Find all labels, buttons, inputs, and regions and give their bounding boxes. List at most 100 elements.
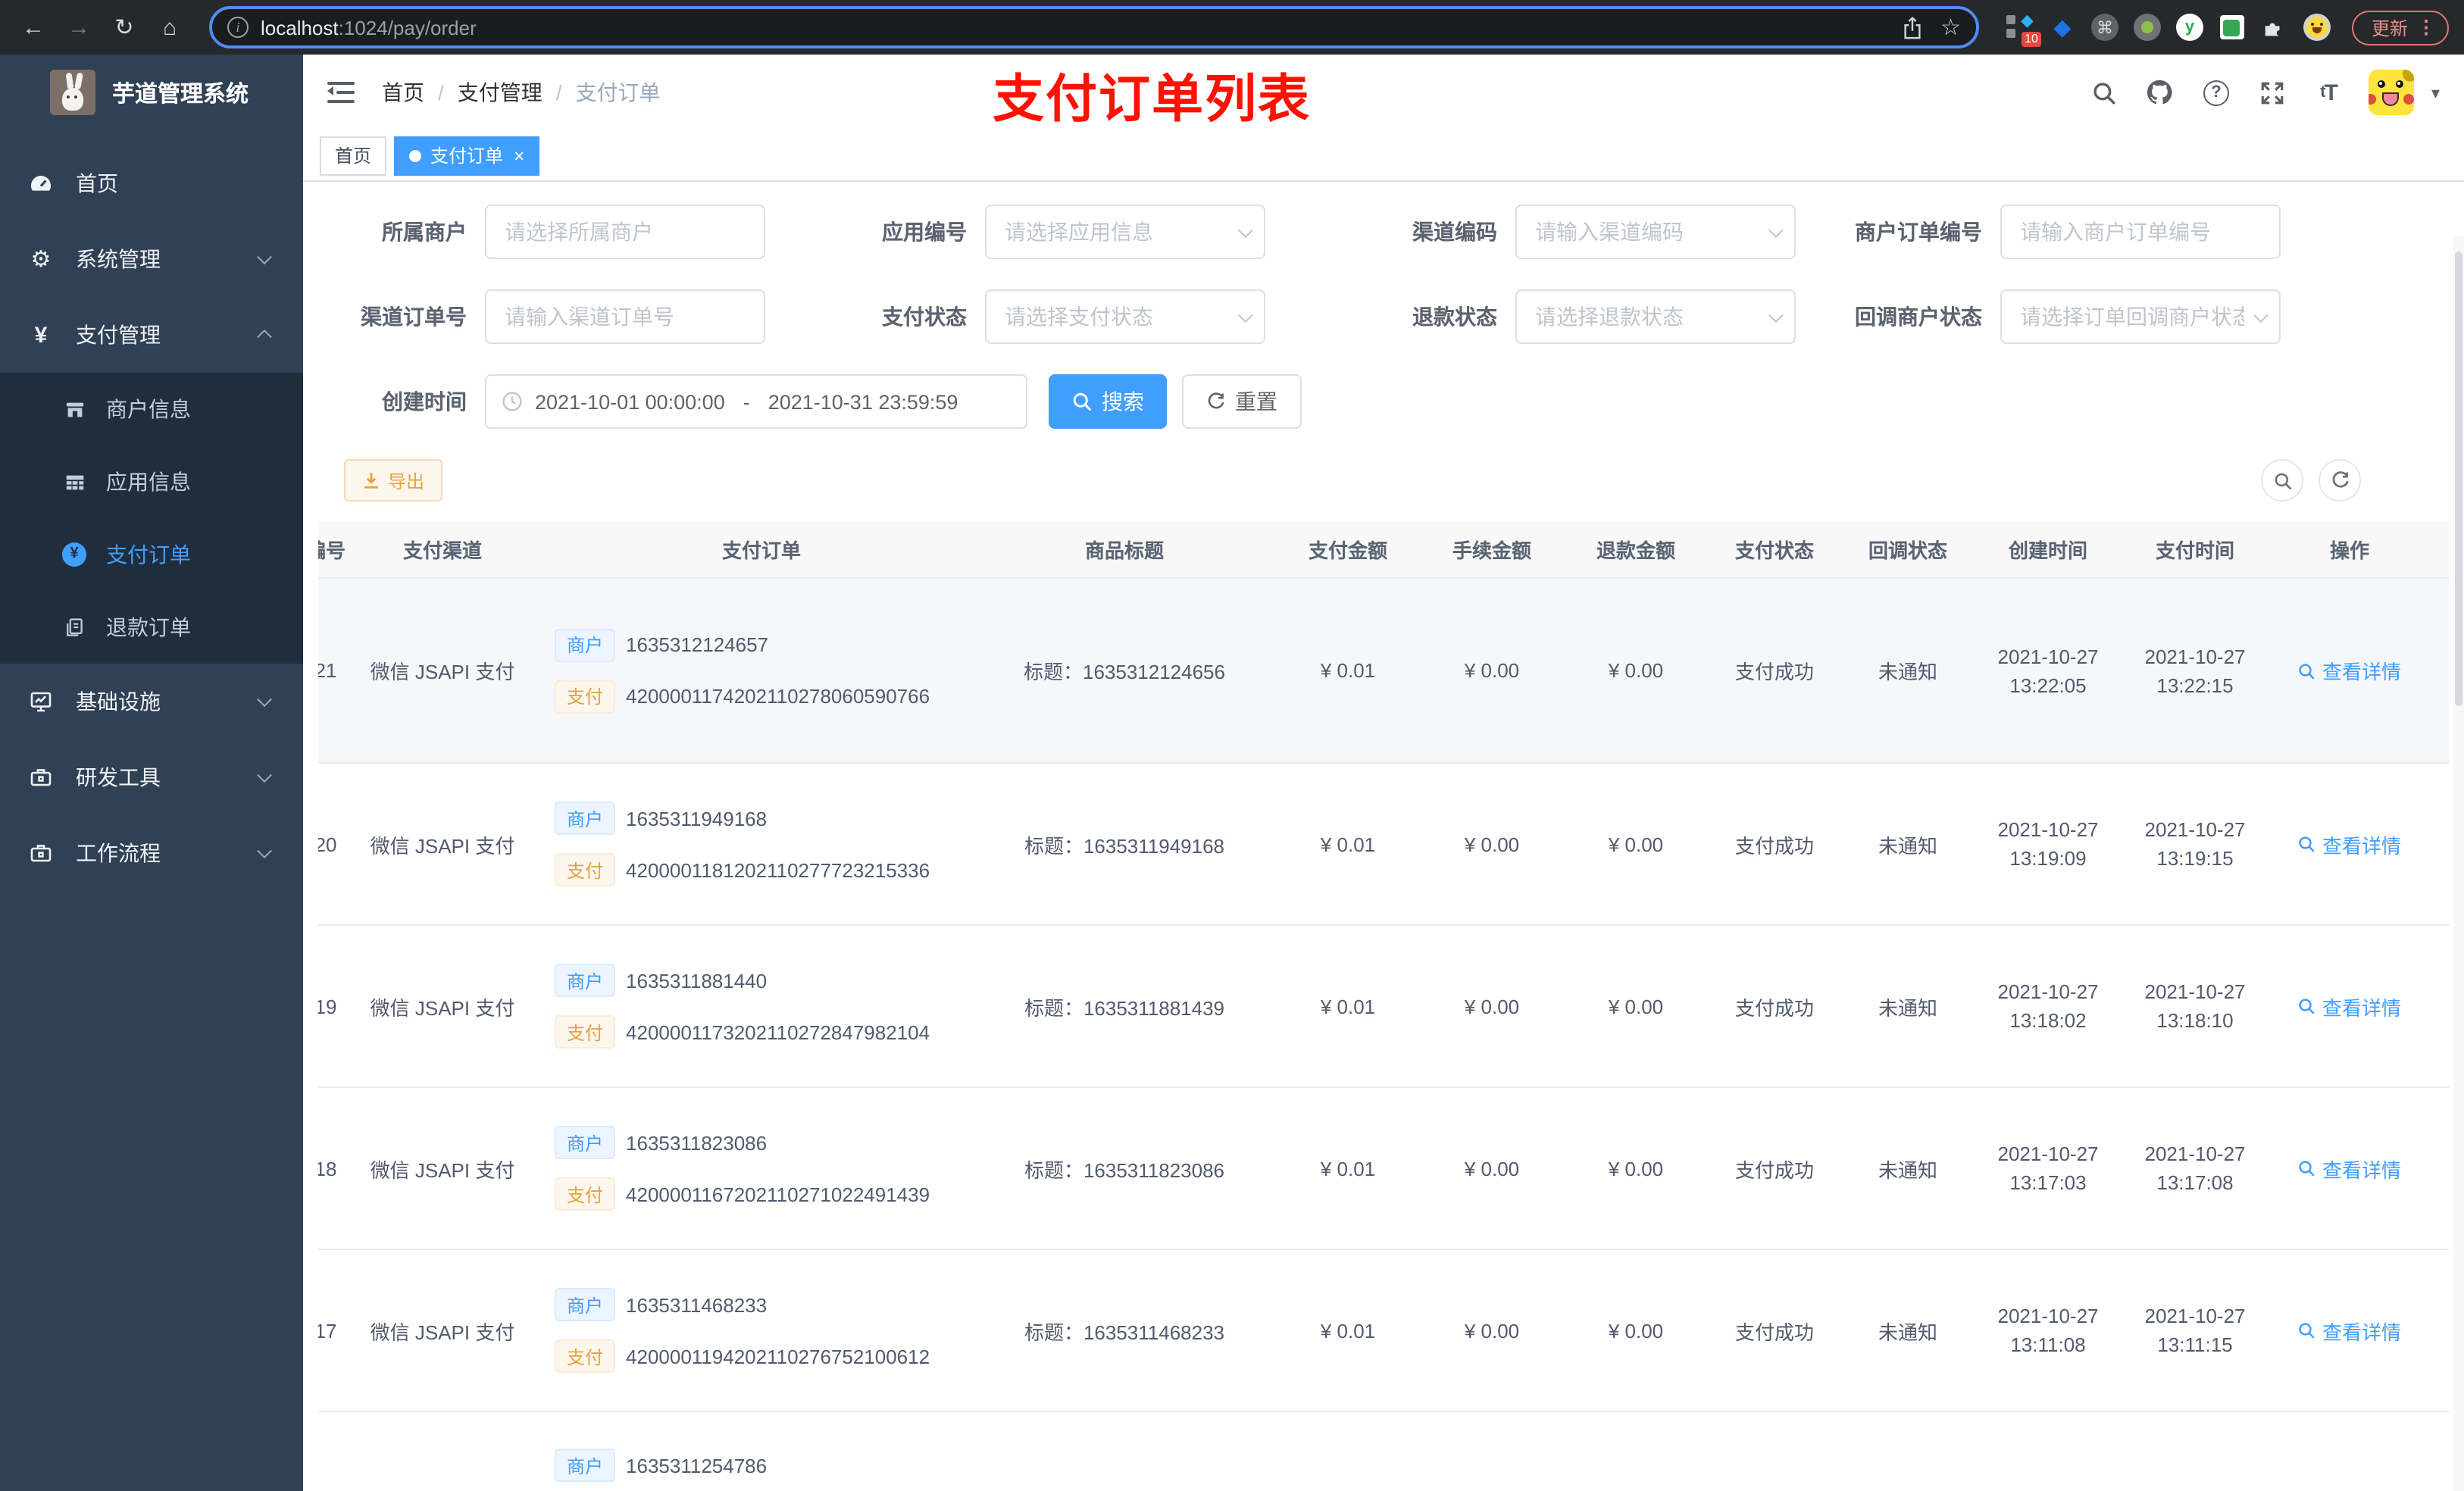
site-info-icon[interactable]: i: [227, 17, 249, 38]
sidebar-collapse-icon[interactable]: [327, 82, 355, 103]
address-bar[interactable]: i localhost:1024/pay/order ☆: [209, 6, 1979, 48]
merchant-tag: 商户: [555, 802, 616, 835]
extension-icon-4[interactable]: [2133, 14, 2161, 41]
view-detail-link[interactable]: 查看详情: [2298, 656, 2401, 685]
tab-pay-order[interactable]: 支付订单 ×: [394, 136, 540, 175]
breadcrumb-current: 支付订单: [575, 80, 661, 105]
sidebar-item-dev-tools[interactable]: 研发工具: [0, 739, 303, 815]
view-detail-link[interactable]: 查看详情: [2298, 830, 2401, 858]
red-annotation-text: 支付订单列表: [993, 71, 1311, 129]
extension-icon-1[interactable]: ◆ 10: [2006, 13, 2041, 47]
channel-order-no-input[interactable]: [485, 289, 765, 344]
channel-code-select[interactable]: [1515, 205, 1796, 259]
browser-back-button[interactable]: ←: [15, 9, 52, 45]
pay-order-no: 4200001194202110276752100612: [626, 1345, 930, 1368]
browser-forward-button[interactable]: →: [61, 9, 97, 45]
sidebar-item-home[interactable]: 首页: [0, 145, 303, 221]
toolbar-search-toggle-button[interactable]: [2261, 459, 2303, 502]
pay-order-no: 4200001173202110272847982104: [626, 1021, 930, 1043]
document-copy-icon: [61, 617, 88, 638]
sidebar-item-pay-order[interactable]: ¥ 支付订单: [0, 518, 303, 591]
chevron-down-icon: [257, 767, 272, 783]
monitor-chart-icon: [27, 689, 55, 714]
page-scrollbar[interactable]: [2453, 236, 2464, 1491]
merchant-tag: 商户: [555, 964, 616, 997]
sidebar-item-merchant-info[interactable]: 商户信息: [0, 373, 303, 445]
avatar-caret-icon[interactable]: ▾: [2431, 83, 2440, 102]
merchant-order-no: 1635312124657: [626, 633, 769, 656]
breadcrumb-payment[interactable]: 支付管理: [458, 77, 543, 108]
close-icon[interactable]: ×: [514, 146, 524, 164]
table-row[interactable]: 17 微信 JSAPI 支付 商户 1635311468233 支付 42000…: [318, 1250, 2449, 1412]
table-row-partial[interactable]: 商户 1635311254786: [318, 1412, 2449, 1491]
app-select[interactable]: [985, 205, 1265, 259]
navbar-actions: ? tT ▾: [2089, 70, 2440, 115]
chevron-down-icon: [1768, 222, 1784, 238]
chevron-up-icon: [257, 329, 272, 345]
merchant-input[interactable]: [485, 205, 765, 259]
extension-icon-2[interactable]: ◆: [2049, 14, 2076, 41]
table-row[interactable]: 18 微信 JSAPI 支付 商户 1635311823086 支付 42000…: [318, 1088, 2449, 1250]
user-avatar[interactable]: [2369, 70, 2415, 115]
extension-badge: 10: [2022, 32, 2041, 47]
notify-status-select[interactable]: [2000, 289, 2281, 344]
payment-submenu: 商户信息 应用信息 ¥ 支付订单 退款订单: [0, 373, 303, 664]
extension-icon-5[interactable]: y: [2175, 14, 2203, 41]
view-detail-link[interactable]: 查看详情: [2298, 1154, 2401, 1183]
breadcrumb-home[interactable]: 首页: [382, 77, 424, 108]
clock-icon: [502, 391, 523, 412]
chevron-down-icon: [257, 692, 272, 708]
sidebar-item-app-info[interactable]: 应用信息: [0, 445, 303, 518]
browser-menu-icon[interactable]: ⋮: [2417, 17, 2435, 38]
sidebar-item-payment[interactable]: ¥ 支付管理: [0, 297, 303, 373]
dashboard-icon: [27, 171, 55, 195]
view-detail-link[interactable]: 查看详情: [2298, 992, 2401, 1021]
merchant-order-no: 1635311881440: [626, 969, 768, 992]
reset-button[interactable]: 重置: [1182, 374, 1302, 429]
extension-icon-6[interactable]: [2219, 14, 2246, 41]
view-detail-link[interactable]: 查看详情: [2298, 1316, 2401, 1345]
table-row[interactable]: 19 微信 JSAPI 支付 商户 1635311881440 支付 42000…: [318, 926, 2449, 1088]
chevron-down-icon: [1237, 222, 1253, 238]
share-icon[interactable]: [1901, 16, 1922, 39]
chevron-down-icon: [1768, 307, 1784, 323]
extension-icon-7[interactable]: [2303, 14, 2331, 41]
search-button[interactable]: 搜索: [1049, 374, 1167, 429]
merchant-order-no: 1635311949168: [626, 807, 768, 830]
pay-status-select[interactable]: [985, 289, 1265, 344]
search-icon[interactable]: [2089, 77, 2119, 108]
table-row[interactable]: 21 微信 JSAPI 支付 商户 1635312124657 支付 42000…: [318, 579, 2449, 764]
github-icon[interactable]: [2145, 77, 2175, 108]
toolbar-refresh-button[interactable]: [2319, 459, 2361, 502]
sidebar-item-system[interactable]: ⚙ 系统管理: [0, 221, 303, 297]
browser-reload-button[interactable]: ↻: [106, 9, 142, 45]
browser-update-button[interactable]: 更新 ⋮: [2351, 10, 2449, 45]
export-button[interactable]: 导出: [344, 459, 443, 502]
top-navbar: 首页 / 支付管理 / 支付订单 支付订单列表 ? t T ▾: [303, 55, 2464, 130]
sidebar-item-infrastructure[interactable]: 基础设施: [0, 664, 303, 739]
table-row[interactable]: 20 微信 JSAPI 支付 商户 1635311949168 支付 42000…: [318, 764, 2449, 926]
sidebar-item-workflow[interactable]: 工作流程: [0, 815, 303, 891]
browser-home-button[interactable]: ⌂: [152, 9, 188, 45]
briefcase-icon: [27, 841, 55, 865]
extension-icon-3[interactable]: ⌘: [2090, 14, 2118, 41]
fullscreen-icon[interactable]: [2257, 77, 2287, 108]
font-size-icon[interactable]: tT: [2313, 77, 2344, 108]
tab-home[interactable]: 首页: [320, 136, 387, 175]
create-time-range-picker[interactable]: 2021-10-01 00:00:00 - 2021-10-31 23:59:5…: [485, 374, 1027, 429]
help-icon[interactable]: ?: [2201, 77, 2231, 108]
merchant-order-no-input[interactable]: [2000, 205, 2281, 259]
app-logo[interactable]: 芋道管理系统: [0, 55, 303, 130]
merchant-tag: 商户: [555, 1288, 616, 1321]
table-body: 21 微信 JSAPI 支付 商户 1635312124657 支付 42000…: [318, 579, 2449, 1412]
browser-extensions: ◆ 10 ◆ ⌘ y: [2006, 13, 2331, 47]
browser-toolbar: ← → ↻ ⌂ i localhost:1024/pay/order ☆ ◆ 1…: [0, 0, 2464, 55]
bookmark-star-icon[interactable]: ☆: [1940, 14, 1961, 41]
sidebar-item-refund-order[interactable]: 退款订单: [0, 591, 303, 664]
refund-status-select[interactable]: [1515, 289, 1796, 344]
screen: ← → ↻ ⌂ i localhost:1024/pay/order ☆ ◆ 1…: [0, 0, 2464, 1491]
merchant-order-no: 1635311468233: [626, 1293, 768, 1316]
extensions-puzzle-icon[interactable]: [2261, 14, 2288, 41]
breadcrumb: 首页 / 支付管理 / 支付订单: [382, 77, 661, 108]
toolbox-icon: [27, 765, 55, 789]
